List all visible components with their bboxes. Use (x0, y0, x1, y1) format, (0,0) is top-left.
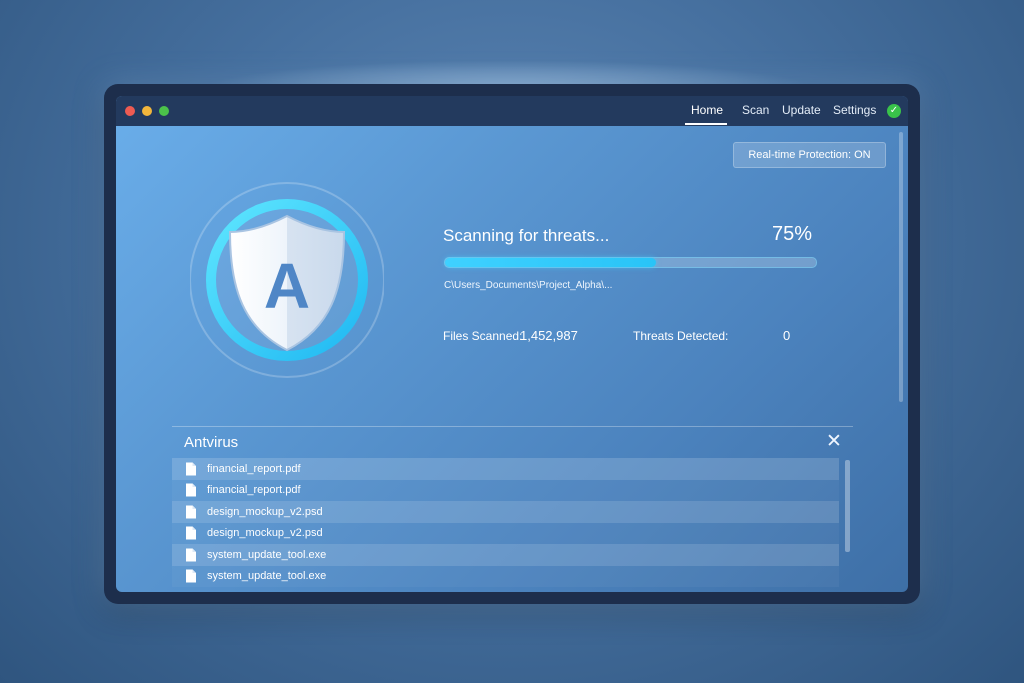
threats-detected-label: Threats Detected: (633, 329, 729, 343)
file-icon (185, 526, 197, 540)
file-list-item[interactable]: system_update_tool.exe (172, 565, 839, 587)
file-name: design_mockup_v2.psd (207, 505, 323, 518)
shield-logo: A (189, 180, 385, 380)
close-icon[interactable]: ✕ (825, 432, 843, 451)
realtime-protection-button[interactable]: Real-time Protection: ON (733, 142, 886, 168)
nav-active-indicator (685, 123, 727, 125)
nav-update[interactable]: Update (782, 103, 821, 117)
file-icon (185, 483, 197, 497)
nav-home[interactable]: Home (691, 103, 723, 117)
minimize-window-button[interactable] (142, 106, 152, 116)
shield-letter: A (264, 250, 310, 322)
threats-detected-value: 0 (783, 328, 791, 343)
maximize-window-button[interactable] (159, 106, 169, 116)
file-list-item[interactable]: system_update_tool.exe (172, 544, 839, 566)
file-name: system_update_tool.exe (207, 548, 327, 561)
file-list-item[interactable]: design_mockup_v2.psd (172, 522, 839, 544)
files-scanned-value: 1,452,987 (520, 328, 578, 343)
file-icon (185, 505, 197, 519)
nav-settings[interactable]: Settings (833, 103, 876, 117)
file-icon (185, 569, 197, 583)
title-bar: Home Scan Update Settings ✓ (116, 96, 908, 126)
scan-percent: 75% (772, 223, 813, 245)
file-list-item[interactable]: financial_report.pdf (172, 479, 839, 501)
files-scanned-label: Files Scanned: (443, 329, 523, 343)
panel-title: Antvirus (184, 434, 239, 451)
file-icon (185, 462, 197, 476)
file-icon (185, 548, 197, 562)
file-name: system_update_tool.exe (207, 570, 327, 583)
close-window-button[interactable] (125, 106, 135, 116)
app-window: Home Scan Update Settings ✓ Real-time Pr… (116, 96, 908, 592)
shield-icon: A (189, 182, 385, 378)
scan-progress-bar (444, 257, 817, 268)
current-scan-path: C\Users_Documents\Project_Alpha\... (444, 280, 613, 291)
panel-divider (172, 426, 853, 427)
file-list-item[interactable]: design_mockup_v2.psd (172, 501, 839, 523)
check-circle-icon: ✓ (887, 104, 901, 118)
file-name: design_mockup_v2.psd (207, 527, 323, 540)
main-scrollbar[interactable] (899, 132, 903, 402)
file-list: financial_report.pdf financial_report.pdf… (172, 458, 853, 592)
file-name: financial_report.pdf (207, 462, 301, 475)
file-name: financial_report.pdf (207, 484, 301, 497)
scan-title: Scanning for threats... (443, 226, 610, 245)
file-list-item[interactable]: financial_report.pdf (172, 458, 839, 480)
nav-scan[interactable]: Scan (742, 103, 769, 117)
scan-progress-fill (445, 258, 657, 267)
file-list-scrollbar[interactable] (845, 460, 850, 552)
